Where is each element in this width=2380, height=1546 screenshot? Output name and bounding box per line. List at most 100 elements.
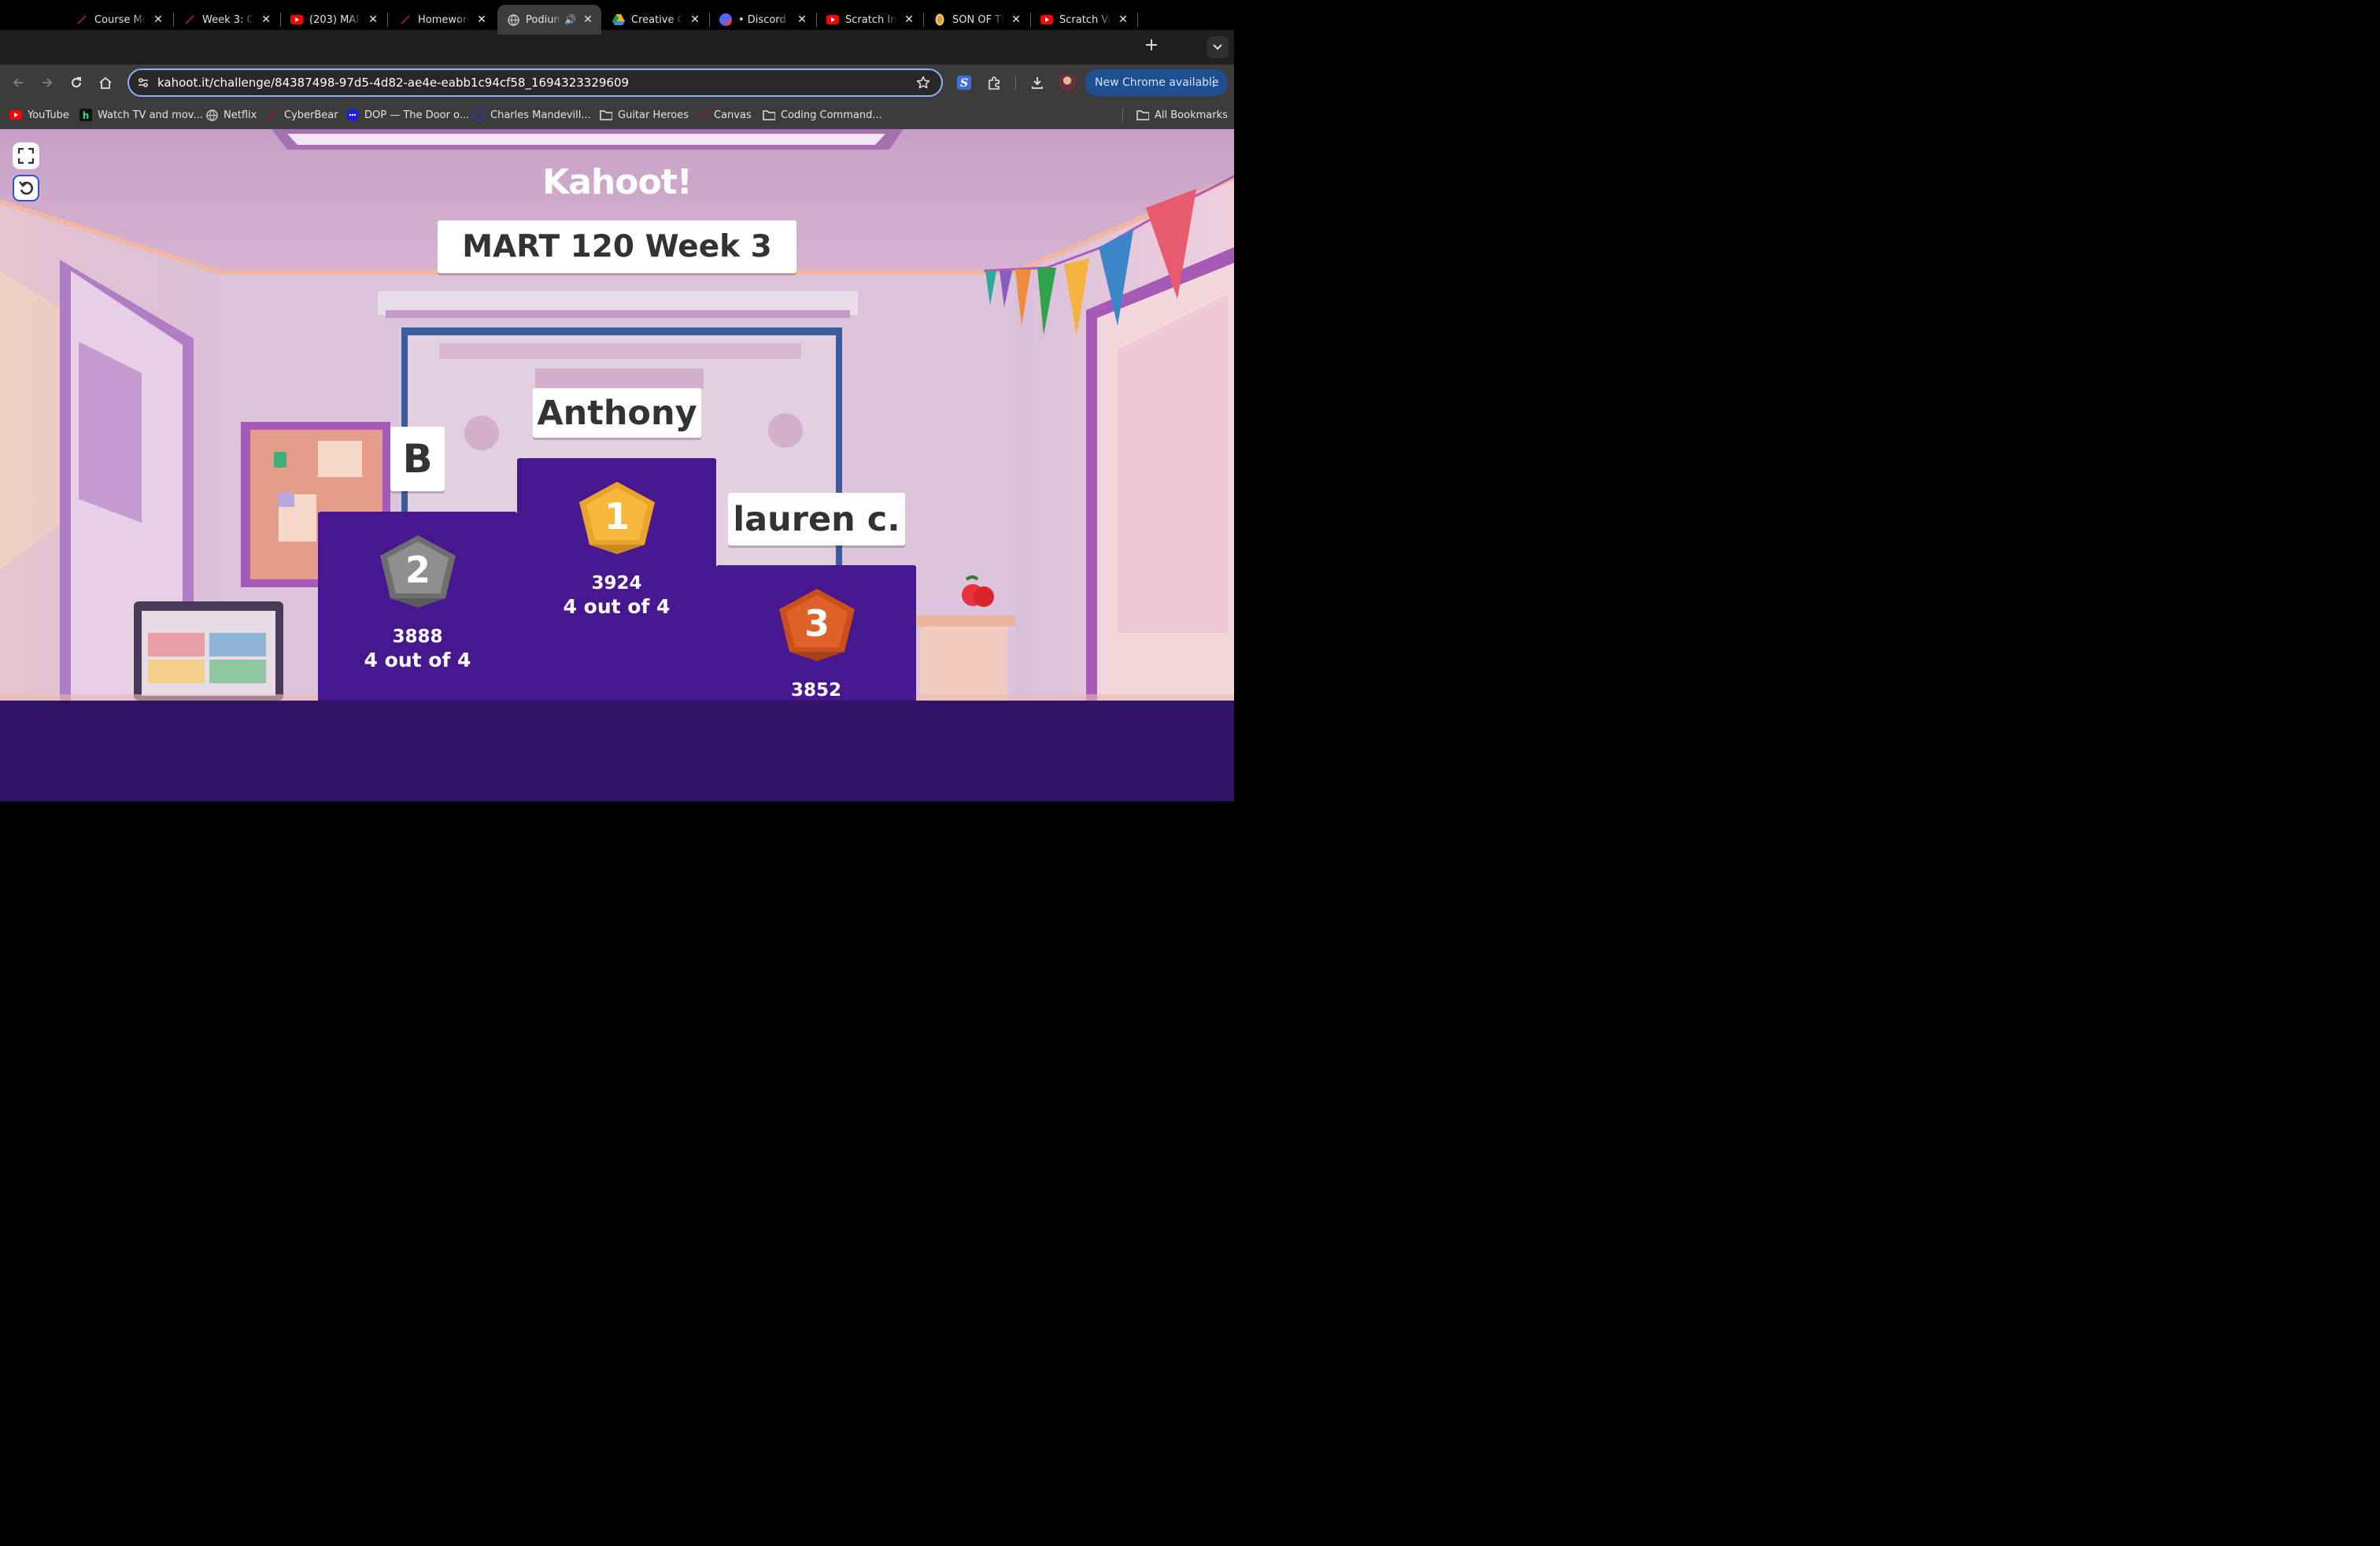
bookmark-label: Canvas xyxy=(714,109,752,121)
third-place-points: 3852 xyxy=(790,680,841,701)
bookmark-netflix[interactable]: Netflix xyxy=(205,108,257,122)
new-chrome-available-button[interactable]: New Chrome available ⋮ xyxy=(1085,69,1228,96)
tab-week-3[interactable]: Week 3: O ✕ xyxy=(174,5,279,35)
tab-podium[interactable]: Podium 🔊 ✕ xyxy=(497,5,601,35)
first-place-name: Anthony xyxy=(533,388,701,438)
bookmark-cyberbear[interactable]: CyberBear xyxy=(266,108,338,122)
close-icon[interactable]: ✕ xyxy=(475,13,489,27)
tab-homework[interactable]: Homework ✕ xyxy=(390,5,495,35)
kahoot-logo: Kahoot! xyxy=(542,162,693,202)
close-icon[interactable]: ✕ xyxy=(688,13,702,27)
close-icon[interactable]: ✕ xyxy=(1009,13,1023,27)
browser-toolbar: kahoot.it/challenge/84387498-97d5-4d82-a… xyxy=(0,65,1234,101)
close-icon[interactable]: ✕ xyxy=(259,13,273,27)
bookmark-folder-coding-commands[interactable]: Coding Command... xyxy=(763,108,882,122)
circle-icon xyxy=(472,109,485,121)
drive-icon xyxy=(612,13,625,26)
second-place-podium: 2 3888 4 out of 4 xyxy=(318,512,517,701)
tab-strip xyxy=(0,30,1234,65)
close-icon[interactable]: ✕ xyxy=(151,13,165,27)
address-bar[interactable]: kahoot.it/challenge/84387498-97d5-4d82-a… xyxy=(128,68,943,97)
home-icon xyxy=(99,76,112,89)
all-bookmarks-label: All Bookmarks xyxy=(1155,109,1228,121)
bookmark-star-icon[interactable] xyxy=(916,76,930,90)
svg-text:h: h xyxy=(83,110,90,121)
all-bookmarks-button[interactable]: All Bookmarks xyxy=(1136,108,1228,122)
downloads-icon[interactable] xyxy=(1028,73,1047,92)
bookmark-folder-guitar-heroes[interactable]: Guitar Heroes xyxy=(600,108,689,122)
folder-icon xyxy=(763,109,775,121)
bookmark-youtube[interactable]: YouTube xyxy=(9,108,69,122)
canvas-icon xyxy=(696,109,708,121)
globe-icon xyxy=(205,109,218,121)
tab-title: Scratch Va xyxy=(1059,13,1111,26)
site-info-icon[interactable] xyxy=(137,76,150,89)
bookmark-canvas[interactable]: Canvas xyxy=(696,108,752,122)
tab-creative-commons[interactable]: Creative C ✕ xyxy=(603,5,708,35)
close-icon[interactable]: ✕ xyxy=(1116,13,1130,27)
tab-title: Course Mo xyxy=(94,13,146,26)
dop-icon xyxy=(346,109,359,121)
extensions-puzzle-icon[interactable] xyxy=(985,73,1003,92)
tab-scratch-variables[interactable]: Scratch Va ✕ xyxy=(1031,5,1136,35)
reload-button[interactable] xyxy=(66,72,87,93)
new-tab-button[interactable]: + xyxy=(1141,36,1162,57)
canvas-icon xyxy=(266,109,279,121)
globe-icon xyxy=(507,13,519,26)
first-place-points: 3924 xyxy=(591,573,642,594)
reload-icon xyxy=(72,77,82,88)
bookmark-charles-mandeville[interactable]: Charles Mandevill... xyxy=(472,108,591,122)
close-icon[interactable]: ✕ xyxy=(581,13,595,27)
tab-divider xyxy=(1137,13,1138,27)
close-icon[interactable]: ✕ xyxy=(902,13,916,27)
toolbar-divider xyxy=(1015,76,1016,90)
tab-title: Scratch Int xyxy=(845,13,897,26)
tab-course-modules[interactable]: Course Mo ✕ xyxy=(66,5,172,35)
bookmark-label: Watch TV and mov... xyxy=(98,109,203,121)
second-place-answers: 4 out of 4 xyxy=(364,649,471,671)
discord-icon xyxy=(719,13,732,26)
folder-icon xyxy=(600,109,612,121)
first-place-score: 3924 4 out of 4 xyxy=(517,571,716,619)
tab-scratch-intro[interactable]: Scratch Int ✕ xyxy=(817,5,922,35)
third-place-score: 3852 xyxy=(716,679,916,702)
tab-son-of[interactable]: SON OF TI ✕ xyxy=(924,5,1029,35)
home-button[interactable] xyxy=(95,72,116,93)
rank-number: 1 xyxy=(604,495,630,538)
bookmark-dop[interactable]: DOP — The Door o... xyxy=(346,108,469,122)
tab-title: • Discord | xyxy=(738,13,790,26)
close-icon[interactable]: ✕ xyxy=(795,13,809,27)
fullscreen-icon xyxy=(18,148,34,164)
bookmarks-divider xyxy=(1122,108,1123,122)
rank-number: 3 xyxy=(804,602,830,645)
tab-discord[interactable]: • Discord | ✕ xyxy=(710,5,815,35)
bookmark-hulu[interactable]: h Watch TV and mov... xyxy=(79,108,203,122)
canvas-icon xyxy=(76,13,88,26)
bookmark-label: Netflix xyxy=(224,109,257,121)
youtube-icon xyxy=(1040,13,1053,26)
bookmark-label: Charles Mandevill... xyxy=(490,109,591,121)
tab-title: Podium xyxy=(526,13,562,26)
back-button[interactable] xyxy=(8,72,28,93)
tab-youtube-mart[interactable]: (203) MAR ✕ xyxy=(281,5,386,35)
url-text[interactable]: kahoot.it/challenge/84387498-97d5-4d82-a… xyxy=(157,76,629,90)
silver-medal-icon: 2 xyxy=(380,535,456,608)
youtube-icon xyxy=(826,13,839,26)
bottom-band xyxy=(0,701,1234,801)
canvas-icon xyxy=(399,13,412,26)
bookmark-label: YouTube xyxy=(28,109,69,121)
close-icon[interactable]: ✕ xyxy=(366,13,380,27)
more-menu-icon[interactable]: ⋮ xyxy=(1207,74,1220,89)
tab-search-button[interactable] xyxy=(1207,36,1229,58)
extension-s-icon[interactable]: S xyxy=(955,73,974,92)
youtube-icon xyxy=(290,13,303,26)
tab-title: SON OF TI xyxy=(952,13,1004,26)
forward-button[interactable] xyxy=(37,72,57,93)
profile-avatar[interactable] xyxy=(1059,74,1076,91)
arrow-right-icon xyxy=(42,78,53,87)
tab-title: Homework xyxy=(418,13,470,26)
speaker-icon[interactable]: 🔊 xyxy=(564,14,576,25)
arrow-left-icon xyxy=(13,78,23,87)
third-place-podium: 3 3852 xyxy=(716,565,916,701)
canvas-icon xyxy=(183,13,196,26)
